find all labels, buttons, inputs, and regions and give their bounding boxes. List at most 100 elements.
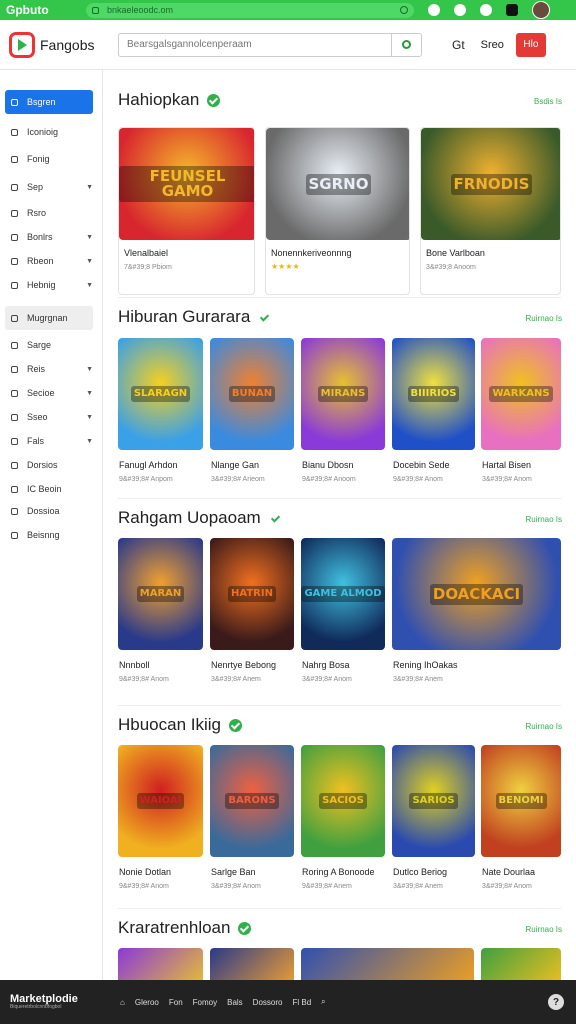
chevron-down-icon[interactable]: ▼: [86, 184, 93, 191]
game-card[interactable]: BIIIRIOS Docebin Sede 9&#39;8# Anom: [392, 338, 475, 484]
url-bar[interactable]: bnkaeleoodc.om: [86, 2, 414, 18]
game-card[interactable]: WAIOAI Nonie Dotlan 9&#39;8# Anom: [118, 745, 203, 891]
footer-link[interactable]: Fomoy: [193, 998, 217, 1007]
sidebar-item[interactable]: Reis ▼: [5, 358, 93, 380]
game-title[interactable]: Fanugl Arhdon: [119, 460, 178, 470]
game-thumbnail[interactable]: MARAN: [118, 538, 203, 650]
chevron-down-icon[interactable]: ▼: [86, 390, 93, 397]
sidebar-item[interactable]: Hebnig ▼: [5, 274, 93, 296]
game-title[interactable]: Nonie Dotlan: [119, 867, 171, 877]
help-icon[interactable]: ?: [548, 994, 564, 1010]
game-title[interactable]: Docebin Sede: [393, 460, 450, 470]
game-card[interactable]: GAME ALMOD Nahrg Bosa 3&#39;8# Anom: [301, 538, 385, 684]
game-thumbnail[interactable]: HATRIN: [210, 538, 294, 650]
sidebar-item[interactable]: Bonlrs ▼: [5, 226, 93, 248]
search-icon[interactable]: [400, 6, 408, 14]
game-card[interactable]: MARAN Nnnboll 9&#39;8# Anom: [118, 538, 203, 684]
sidebar-item[interactable]: Fonig: [5, 148, 93, 170]
game-title[interactable]: Nenrtye Bebong: [211, 660, 276, 670]
game-card[interactable]: WARKANS Hartal Bisen 3&#39;8# Anom: [481, 338, 561, 484]
game-card[interactable]: HATRIN Nenrtye Bebong 3&#39;8# Anem: [210, 538, 294, 684]
search-button[interactable]: [391, 33, 421, 56]
search-icon[interactable]: ⌕: [321, 997, 325, 1007]
game-thumbnail[interactable]: WARKANS: [481, 338, 561, 450]
game-title[interactable]: Vlenalbaiel: [124, 248, 168, 258]
sidebar-item[interactable]: Mugrgnan: [5, 306, 93, 330]
home-icon[interactable]: ⌂: [120, 998, 125, 1007]
game-thumbnail[interactable]: BENOMI: [481, 745, 561, 857]
chevron-down-icon[interactable]: ▼: [86, 282, 93, 289]
game-title[interactable]: Hartal Bisen: [482, 460, 531, 470]
sidebar-item[interactable]: Sarge: [5, 334, 93, 356]
game-card[interactable]: DOACKACI Rening IhOakas 3&#39;8# Anem: [392, 538, 561, 684]
see-all-link[interactable]: Bsdis Is: [534, 97, 562, 106]
game-title[interactable]: Sarlge Ban: [211, 867, 256, 877]
header-link[interactable]: Sreo: [481, 39, 504, 51]
sidebar-item[interactable]: Rsro: [5, 202, 93, 224]
sidebar-item[interactable]: Sseo ▼: [5, 406, 93, 428]
game-title[interactable]: Nate Dourlaa: [482, 867, 535, 877]
game-thumbnail[interactable]: FEUNSEL GAMO: [119, 128, 254, 240]
sidebar-item[interactable]: Rbeon ▼: [5, 250, 93, 272]
sidebar-item[interactable]: Dossioa: [5, 500, 93, 522]
game-thumbnail[interactable]: SGRNO: [266, 128, 409, 240]
sidebar-item[interactable]: Sep ▼: [5, 176, 93, 198]
game-card[interactable]: SLARAGN Fanugl Arhdon 9&#39;8# Anpom: [118, 338, 203, 484]
chevron-down-icon[interactable]: ▼: [86, 414, 93, 421]
shield-icon[interactable]: [454, 4, 466, 16]
game-thumbnail[interactable]: FRNODIS: [421, 128, 560, 240]
logo-icon[interactable]: [9, 31, 35, 58]
game-thumbnail[interactable]: DOACKACI: [392, 538, 561, 650]
sidebar-item[interactable]: IC Beoin: [5, 478, 93, 500]
header-button[interactable]: Hlo: [515, 32, 546, 57]
see-all-link[interactable]: Ruirnao Is: [526, 515, 562, 524]
game-thumbnail[interactable]: SARIOS: [392, 745, 475, 857]
game-title[interactable]: Nlange Gan: [211, 460, 259, 470]
game-card[interactable]: FRNODIS Bone Varlboan 3&#39;8 Anoom: [420, 127, 561, 295]
game-title[interactable]: Rening IhOakas: [393, 660, 458, 670]
extension-icon[interactable]: [428, 4, 440, 16]
sidebar-item[interactable]: Bsgren: [5, 90, 93, 114]
game-thumbnail[interactable]: GAME ALMOD: [301, 538, 385, 650]
see-all-link[interactable]: Ruirnao Is: [526, 722, 562, 731]
chevron-down-icon[interactable]: ▼: [86, 258, 93, 265]
game-thumbnail[interactable]: WAIOAI: [118, 745, 203, 857]
footer-link[interactable]: Fon: [169, 998, 183, 1007]
game-title[interactable]: Roring A Bonoode: [302, 867, 375, 877]
footer-link[interactable]: Bals: [227, 998, 243, 1007]
header-icon[interactable]: Gt: [452, 38, 465, 52]
footer-link[interactable]: Gleroo: [135, 998, 159, 1007]
game-title[interactable]: Nahrg Bosa: [302, 660, 350, 670]
game-card[interactable]: SARIOS Dutlco Beriog 3&#39;8# Anem: [392, 745, 475, 891]
game-thumbnail[interactable]: BARONS: [210, 745, 294, 857]
game-thumbnail[interactable]: BIIIRIOS: [392, 338, 475, 450]
logo-text[interactable]: Fangobs: [40, 37, 104, 53]
sidebar-item[interactable]: Secioe ▼: [5, 382, 93, 404]
see-all-link[interactable]: Ruirnao Is: [526, 925, 562, 934]
game-thumbnail[interactable]: BUNAN: [210, 338, 294, 450]
game-title[interactable]: Bianu Dbosn: [302, 460, 354, 470]
see-all-link[interactable]: Ruirnao Is: [526, 314, 562, 323]
game-card[interactable]: SACIOS Roring A Bonoode 9&#39;8# Anem: [301, 745, 385, 891]
chevron-down-icon[interactable]: ▼: [86, 234, 93, 241]
game-thumbnail[interactable]: SLARAGN: [118, 338, 203, 450]
heart-icon[interactable]: [480, 4, 492, 16]
game-title[interactable]: Dutlco Beriog: [393, 867, 447, 877]
game-card[interactable]: BUNAN Nlange Gan 3&#39;8# Arieom: [210, 338, 294, 484]
game-card[interactable]: BARONS Sarlge Ban 3&#39;8# Anom: [210, 745, 294, 891]
footer-link[interactable]: Dossoro: [253, 998, 283, 1007]
footer-link[interactable]: Fl Bd: [292, 998, 311, 1007]
game-card[interactable]: BENOMI Nate Dourlaa 3&#39;8# Anom: [481, 745, 561, 891]
sidebar-item[interactable]: Dorsios: [5, 454, 93, 476]
sidebar-item[interactable]: Fals ▼: [5, 430, 93, 452]
avatar[interactable]: [532, 1, 550, 19]
game-title[interactable]: Nnnboll: [119, 660, 150, 670]
sidebar-item[interactable]: Beisnng: [5, 524, 93, 546]
game-thumbnail[interactable]: MIRANS: [301, 338, 385, 450]
game-title[interactable]: Bone Varlboan: [426, 248, 485, 258]
search-field[interactable]: Bearsgalsgannolcenperaam: [118, 32, 422, 57]
game-card[interactable]: SGRNO Nonennkeriveonnng ★★★★: [265, 127, 410, 295]
sidebar-item[interactable]: Iconioig: [5, 121, 93, 143]
game-title[interactable]: Nonennkeriveonnng: [271, 248, 352, 258]
game-thumbnail[interactable]: SACIOS: [301, 745, 385, 857]
